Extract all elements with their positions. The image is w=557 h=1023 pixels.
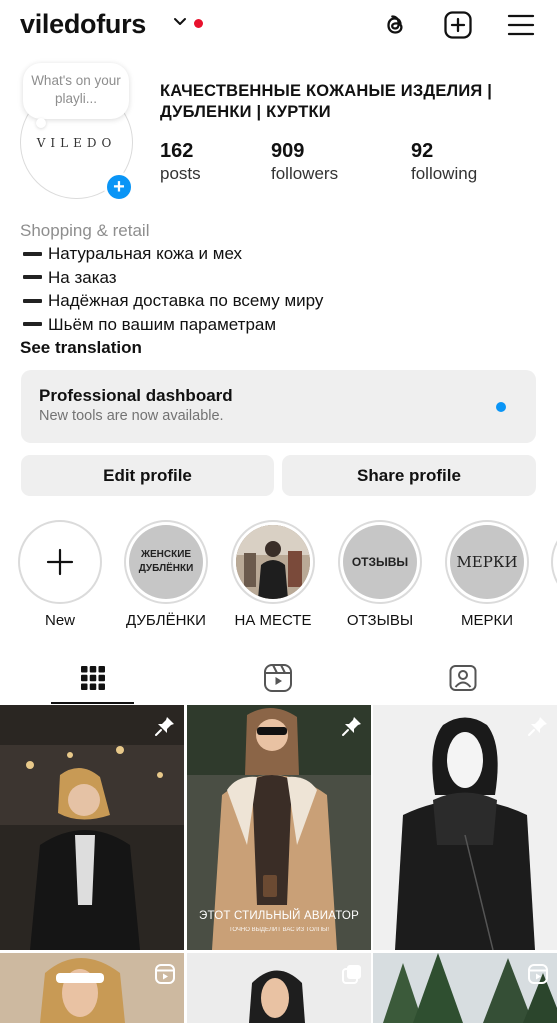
post-thumbnail[interactable] — [373, 705, 557, 950]
highlight-cover: ЖЕНСКИЕ ДУБЛЁНКИ — [129, 525, 203, 599]
highlight-ring: МЕРКИ — [445, 520, 529, 604]
highlight-dublenki[interactable]: ЖЕНСКИЕ ДУБЛЁНКИ ДУБЛЁНКИ — [124, 520, 208, 629]
threads-icon[interactable] — [380, 10, 410, 40]
bio-category: Shopping & retail — [20, 221, 150, 240]
pinned-icon — [155, 717, 174, 736]
business-name: КАЧЕСТВЕННЫЕ КОЖАНЫЕ ИЗДЕЛИЯ | ДУБЛЕНКИ … — [160, 82, 493, 121]
post-thumbnail[interactable]: ЭТОТ СТИЛЬНЫЙ АВИАТОР ТОЧНО ВЫДЕЛИТ ВАС … — [187, 705, 371, 950]
highlight-cover-text: МЕРКИ — [456, 553, 518, 571]
highlight-ring — [18, 520, 102, 604]
active-tab-indicator — [51, 702, 134, 704]
note-text: What's on your playli... — [31, 73, 121, 106]
highlight-otzyvy[interactable]: ОТЗЫВЫ ОТЗЫВЫ — [338, 520, 422, 629]
stat-posts[interactable]: 162 posts — [160, 139, 201, 185]
highlight-na-meste[interactable]: НА МЕСТЕ — [231, 520, 315, 629]
profile-tabs — [0, 652, 557, 704]
stat-following-value: 92 — [411, 140, 434, 162]
see-translation-link[interactable]: See translation — [20, 336, 540, 359]
highlight-label: ДУБЛЁНКИ — [126, 612, 206, 629]
account-switcher-username[interactable]: viledofurs — [20, 9, 146, 40]
carousel-icon — [342, 965, 361, 984]
edit-profile-button[interactable]: Edit profile — [21, 455, 274, 496]
post-thumbnail[interactable] — [373, 953, 557, 1023]
highlight-cover-text: ЖЕНСКИЕ ДУБЛЁНКИ — [138, 549, 194, 574]
stat-followers-label: followers — [271, 164, 339, 183]
bio-line: Надёжная доставка по всему миру — [20, 289, 540, 313]
stat-posts-label: posts — [160, 164, 201, 183]
bio-line-text: Надёжная доставка по всему миру — [48, 291, 324, 310]
dashboard-title: Professional dashboard — [39, 386, 233, 405]
post-thumbnail[interactable] — [0, 705, 184, 950]
stat-following-label: following — [411, 164, 478, 183]
dash-icon — [23, 275, 42, 280]
note-bubble[interactable]: What's on your playli... — [23, 63, 129, 119]
post-thumbnail[interactable] — [187, 953, 371, 1023]
bio: Shopping & retail Натуральная кожа и мех… — [20, 219, 540, 359]
tab-posts-grid[interactable] — [0, 652, 185, 704]
avatar-logo: VILEDO — [36, 135, 117, 150]
highlight-label: New — [44, 612, 75, 629]
reels-indicator-icon — [155, 964, 175, 984]
post-photo — [0, 705, 184, 950]
dashboard-subtitle: New tools are now available. — [39, 408, 224, 424]
note-bubble-tail — [36, 118, 46, 128]
highlight-ring: ОТЗЫВЫ — [338, 520, 422, 604]
highlight-ring: ЖЕНСКИЕ ДУБЛЁНКИ — [124, 520, 208, 604]
dashboard-new-dot — [496, 402, 506, 412]
tab-reels[interactable] — [185, 652, 370, 704]
share-profile-button[interactable]: Share profile — [282, 455, 536, 496]
chevron-down-icon[interactable] — [172, 14, 188, 30]
bio-line: Натуральная кожа и мех — [20, 242, 540, 266]
stat-posts-value: 162 — [160, 140, 194, 162]
highlight-overflow — [551, 520, 557, 604]
post-caption: ЭТОТ СТИЛЬНЫЙ АВИАТОР — [199, 910, 359, 922]
dash-icon — [23, 298, 42, 303]
tab-tagged[interactable] — [370, 652, 555, 704]
bio-line-text: Шьём по вашим параметрам — [48, 314, 277, 334]
professional-dashboard-card[interactable]: Professional dashboard New tools are now… — [21, 370, 536, 443]
stat-followers-value: 909 — [271, 140, 305, 162]
highlight-cover-photo — [236, 525, 310, 599]
post-photo — [373, 705, 557, 950]
post-caption-sub: ТОЧНО ВЫДЕЛИТ ВАС ИЗ ТОЛПЫ! — [228, 927, 330, 933]
dash-icon — [23, 322, 42, 327]
grid-icon — [80, 666, 105, 690]
highlight-label: МЕРКИ — [460, 612, 514, 629]
highlight-new[interactable]: New — [18, 520, 102, 629]
plus-icon — [46, 548, 74, 576]
stat-followers[interactable]: 909 followers — [271, 139, 338, 185]
pinned-icon — [528, 717, 547, 736]
highlight-label: ОТЗЫВЫ — [346, 612, 414, 629]
bio-line-text: Натуральная кожа и мех — [48, 244, 243, 263]
pinned-icon — [342, 717, 361, 736]
add-story-plus-icon[interactable]: + — [104, 172, 134, 202]
tagged-icon — [449, 665, 476, 691]
highlight-photo — [236, 525, 310, 599]
top-bar: viledofurs — [0, 0, 557, 52]
highlight-cover: ОТЗЫВЫ — [343, 525, 417, 599]
bio-line-text: На заказ — [48, 267, 117, 287]
post-grid: ЭТОТ СТИЛЬНЫЙ АВИАТОР ТОЧНО ВЫДЕЛИТ ВАС … — [0, 705, 557, 1023]
bio-line: На заказ — [20, 266, 540, 290]
highlight-cover: МЕРКИ — [450, 525, 524, 599]
stat-following[interactable]: 92 following — [411, 139, 477, 185]
bio-line: Шьём по вашим параметрам — [20, 313, 540, 337]
highlight-cover-text: ОТЗЫВЫ — [351, 555, 409, 569]
dash-icon — [23, 251, 42, 256]
post-thumbnail[interactable] — [0, 953, 184, 1023]
reels-indicator-icon — [528, 964, 548, 984]
highlight-label: НА МЕСТЕ — [234, 612, 312, 629]
reels-icon — [263, 664, 292, 692]
notification-dot — [194, 19, 203, 28]
create-plus-icon[interactable] — [443, 10, 473, 40]
highlight-merki[interactable]: МЕРКИ МЕРКИ — [445, 520, 529, 629]
highlight-ring — [231, 520, 315, 604]
menu-icon[interactable] — [506, 10, 536, 40]
